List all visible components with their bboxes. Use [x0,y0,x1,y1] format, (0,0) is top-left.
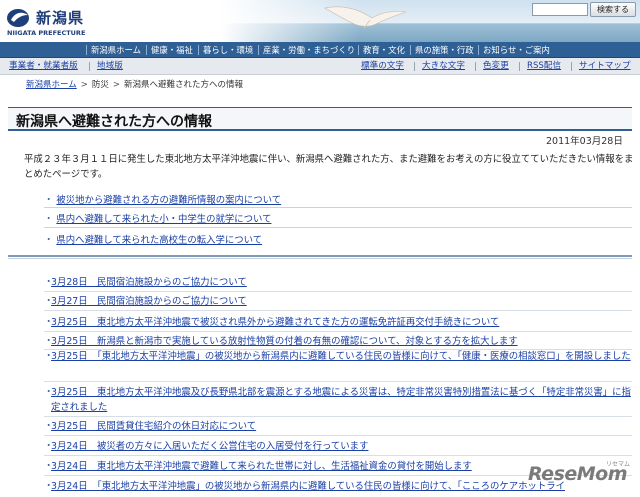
divider [44,331,632,332]
divider [44,416,632,417]
nav-item-education[interactable]: 教育・文化 [363,42,405,58]
breadcrumb-section: 防災 [91,80,109,90]
resemom-watermark: ReseMom リセマム [528,459,636,493]
divider [44,381,632,382]
logo-subtitle: NIIGATA PREFECTURE [7,29,86,37]
search-button[interactable]: 検索する [590,2,636,17]
sitemap-link[interactable]: サイトマップ [579,58,631,75]
link-evacuation-shelter[interactable]: 被災地から避難される方の避難所情報の案内について [56,195,281,206]
nav-item-notice[interactable]: お知らせ・ご案内 [483,42,550,58]
bullet: ・ [44,461,54,472]
bullet: ・ [44,481,54,492]
utility-bar: 事業者・就業者版 地域版 標準の文字 大きな文字 色変更 RSS配信 サイトマッ… [0,58,640,75]
breadcrumb-separator: > [112,80,121,90]
font-standard-link[interactable]: 標準の文字 [361,58,404,75]
news-link[interactable]: 3月25日 「東北地方太平洋沖地震」の被災地から新潟県内に避難している住民の皆様… [51,349,634,364]
intro-text: 平成２３年３月１１日に発生した東北地方太平洋沖地震に伴い、新潟県へ避難された方、… [24,154,634,180]
bullet: ・ [44,441,54,452]
news-item[interactable]: ・ 3月25日 新潟県と新潟市で実施している放射性物質の付着の有無の確認について、… [44,334,634,349]
page-title: 新潟県へ避難された方への情報 [16,114,212,130]
bullet: ・ [44,336,54,347]
news-link[interactable]: 3月25日 民間賃貸住宅紹介の休日対応について [51,419,634,434]
heron-icon [324,6,407,29]
color-change-link[interactable]: 色変更 [483,58,509,75]
link-high-school[interactable]: 県内へ避難して来られた高校生の転入学について [56,235,262,246]
page-title-box: 新潟県へ避難された方への情報 [8,107,632,131]
bullet: ・ [44,351,54,362]
site-logo[interactable]: 新潟県 NIIGATA PREFECTURE [6,6,96,37]
publish-date: 2011年03月28日 [546,136,623,147]
divider [44,435,632,436]
breadcrumb-current: 新潟県へ避難された方への情報 [124,80,244,90]
rss-link[interactable]: RSS配信 [527,58,561,75]
nav-item-home[interactable]: 新潟県ホーム [91,42,141,58]
link-elementary-school[interactable]: 県内へ避難して来られた小・中学生の就学について [56,214,271,225]
regional-version-link[interactable]: 地域版 [97,58,123,75]
nav-item-policy[interactable]: 県の施策・行政 [415,42,474,58]
bullet: ・ [44,387,54,398]
bullet: ・ [44,277,54,288]
divider [44,227,632,228]
nav-item-industry[interactable]: 産業・労働・まちづくり [263,42,355,58]
bullet: ・ [44,235,54,246]
news-item[interactable]: ・ 3月28日 民間宿泊施設からのご協力について [44,275,634,290]
news-item[interactable]: ・ 3月25日 民間賃貸住宅紹介の休日対応について [44,419,634,434]
list-item[interactable]: ・被災地から避難される方の避難所情報の案内について [44,192,281,206]
global-nav: 新潟県ホーム 健康・福祉 暮らし・環境 産業・労働・まちづくり 教育・文化 県の… [0,42,640,58]
news-link[interactable]: 3月25日 新潟県と新潟市で実施している放射性物質の付着の有無の確認について、対… [51,334,634,349]
breadcrumb: 新潟県ホーム > 防災 > 新潟県へ避難された方への情報 [26,78,243,90]
breadcrumb-home[interactable]: 新潟県ホーム [26,80,77,90]
news-link[interactable]: 3月28日 民間宿泊施設からのご協力について [51,275,634,290]
nav-item-living[interactable]: 暮らし・環境 [203,42,253,58]
nav-item-health[interactable]: 健康・福祉 [151,42,193,58]
site-header: 新潟県 NIIGATA PREFECTURE 検索する [0,0,640,42]
news-item[interactable]: ・ 3月25日 東北地方太平洋沖地震及び長野県北部を震源とする地震による災害は、特… [44,385,634,415]
news-item[interactable]: ・ 3月27日 民間宿泊施設からのご協力について [44,294,634,309]
bullet: ・ [44,296,54,307]
divider [44,207,632,208]
niigata-mark-icon [7,9,29,27]
divider [44,291,632,292]
bullet: ・ [44,214,54,225]
watermark-sub: リセマム [606,461,631,468]
search-input[interactable] [532,3,588,16]
bullet: ・ [44,421,54,432]
font-large-link[interactable]: 大きな文字 [422,58,465,75]
news-link[interactable]: 3月25日 東北地方太平洋沖地震で被災され県外から避難されてきた方の運転免許証再… [51,315,634,330]
news-item[interactable]: ・ 3月25日 東北地方太平洋沖地震で被災され県外から避難されてきた方の運転免許証… [44,315,634,330]
news-item[interactable]: ・ 3月24日 被災者の方々に入居いただく公営住宅の入居受付を行っています [44,439,634,454]
news-link[interactable]: 3月24日 被災者の方々に入居いただく公営住宅の入居受付を行っています [51,439,634,454]
logo-title: 新潟県 [36,9,85,27]
news-link[interactable]: 3月25日 東北地方太平洋沖地震及び長野県北部を震源とする地震による災害は、特定… [51,385,634,415]
bullet: ・ [44,317,54,328]
news-link[interactable]: 3月27日 民間宿泊施設からのご協力について [51,294,634,309]
divider [44,455,632,456]
section-divider [8,255,632,259]
list-item[interactable]: ・県内へ避難して来られた高校生の転入学について [44,232,262,246]
divider [44,310,632,311]
news-item[interactable]: ・ 3月25日 「東北地方太平洋沖地震」の被災地から新潟県内に避難している住民の皆… [44,349,634,364]
bullet: ・ [44,195,54,206]
breadcrumb-separator: > [80,80,88,90]
business-version-link[interactable]: 事業者・就業者版 [9,58,78,75]
list-item[interactable]: ・県内へ避難して来られた小・中学生の就学について [44,211,271,225]
